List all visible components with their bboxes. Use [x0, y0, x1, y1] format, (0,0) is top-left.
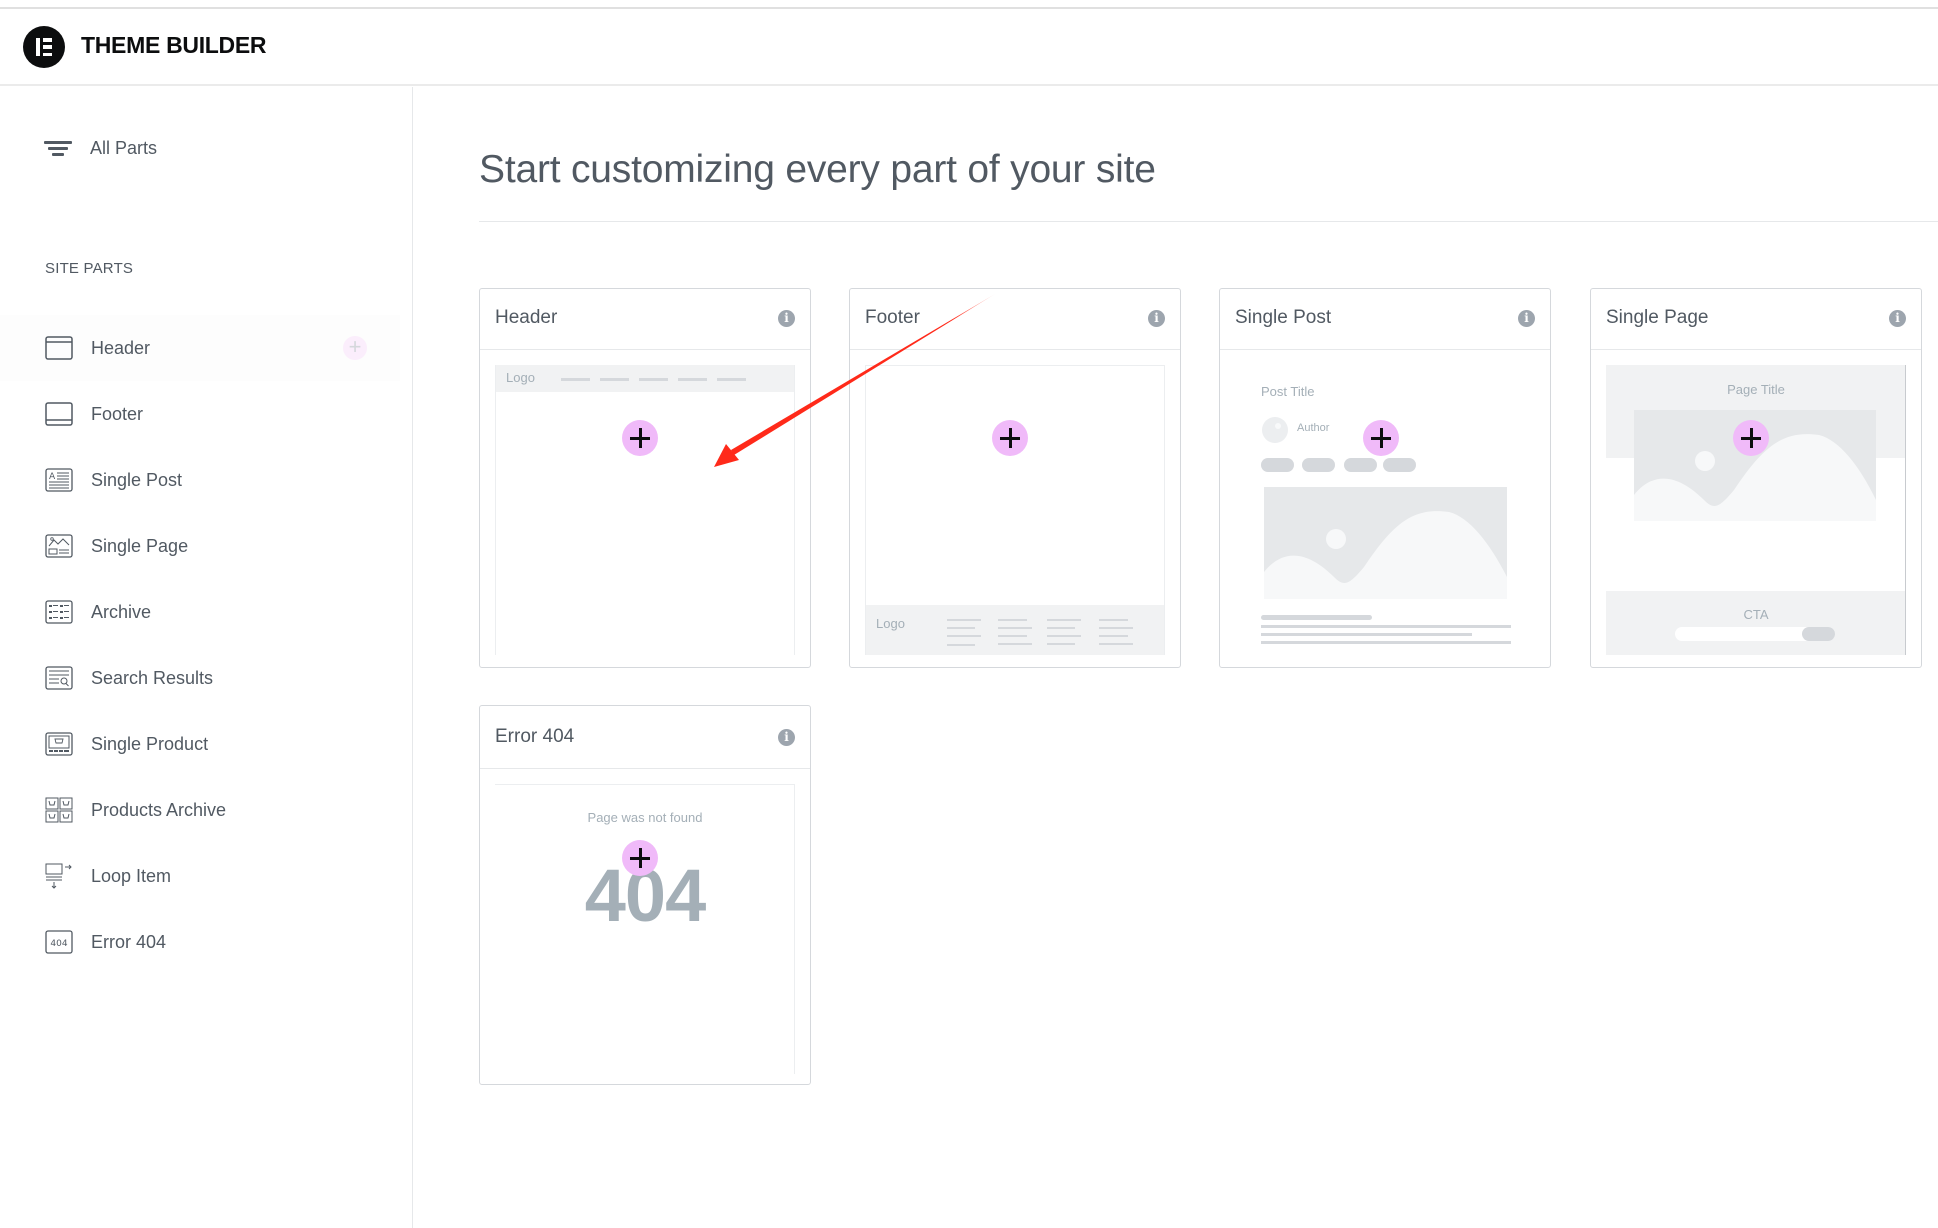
preview-page-title: Page Title: [1727, 382, 1785, 397]
preview-post-title: Post Title: [1261, 384, 1315, 399]
footer-preview: Logo: [865, 365, 1165, 655]
sidebar-item-label: Archive: [91, 601, 152, 622]
sidebar-item-label: Single Page: [91, 535, 189, 556]
add-header-template-button[interactable]: [622, 420, 658, 456]
site-parts-heading: SITE PARTS: [45, 260, 134, 277]
info-icon[interactable]: i: [778, 729, 795, 746]
sidebar-item-search-results[interactable]: Search Results: [0, 645, 400, 711]
sidebar-item-label: Header: [91, 337, 151, 358]
filter-icon: [44, 138, 72, 158]
info-icon[interactable]: i: [1148, 310, 1165, 327]
add-single-page-template-button[interactable]: [1733, 420, 1769, 456]
app-title: THEME BUILDER: [81, 32, 267, 58]
title-divider: [479, 221, 1938, 222]
card-single-page[interactable]: Single Page i Page Title CTA: [1590, 288, 1922, 668]
add-header-button[interactable]: +: [343, 336, 367, 360]
card-header[interactable]: Header i Logo: [479, 288, 811, 668]
info-icon[interactable]: i: [778, 310, 795, 327]
loop-item-icon: [45, 863, 73, 889]
add-error-404-template-button[interactable]: [622, 840, 658, 876]
add-footer-template-button[interactable]: [992, 420, 1028, 456]
products-archive-icon: [45, 797, 73, 823]
sidebar-item-single-post[interactable]: A Single Post: [0, 447, 400, 513]
single-product-icon: [45, 731, 73, 757]
single-page-icon: [45, 533, 73, 559]
sidebar-item-header[interactable]: Header +: [0, 315, 400, 381]
sidebar-item-label: Footer: [91, 403, 144, 424]
card-error-404[interactable]: Error 404 i Page was not found 404: [479, 705, 811, 1085]
single-post-preview: Post Title Author: [1235, 365, 1535, 655]
sidebar-item-archive[interactable]: Archive: [0, 579, 400, 645]
preview-image-placeholder: [1264, 487, 1507, 599]
sidebar-item-footer[interactable]: Footer: [0, 381, 400, 447]
sidebar-item-error-404[interactable]: 404 Error 404: [0, 909, 400, 975]
header-preview: Logo: [495, 365, 795, 655]
app-header: THEME BUILDER: [0, 11, 1938, 86]
sidebar-item-label: Error 404: [91, 931, 167, 952]
sidebar-all-parts[interactable]: All Parts: [44, 133, 157, 163]
card-title: Error 404: [495, 726, 575, 747]
card-footer[interactable]: Footer i Logo: [849, 288, 1181, 668]
add-single-post-template-button[interactable]: [1363, 420, 1399, 456]
footer-layout-icon: [45, 401, 73, 427]
sidebar-item-label: Single Product: [91, 733, 209, 754]
svg-text:404: 404: [50, 939, 67, 949]
card-title: Footer: [865, 307, 920, 328]
all-parts-label: All Parts: [90, 137, 158, 158]
preview-author-avatar: [1262, 417, 1288, 443]
single-page-preview: Page Title CTA: [1606, 365, 1906, 655]
card-title: Single Post: [1235, 307, 1332, 328]
sidebar: All Parts SITE PARTS Header + Footer A S…: [0, 87, 413, 1228]
search-results-icon: [45, 665, 73, 691]
archive-grid-icon: [45, 599, 73, 625]
preview-cta: CTA: [1743, 607, 1769, 622]
sidebar-item-label: Single Post: [91, 469, 183, 490]
sidebar-item-loop-item[interactable]: Loop Item: [0, 843, 400, 909]
svg-text:A: A: [49, 472, 56, 482]
card-single-post[interactable]: Single Post i Post Title Author: [1219, 288, 1551, 668]
card-title: Single Page: [1606, 307, 1709, 328]
top-border: [0, 0, 1938, 9]
preview-footer-bar: [866, 605, 1164, 655]
preview-logo-text: Logo: [876, 616, 905, 631]
sidebar-item-single-product[interactable]: Single Product: [0, 711, 400, 777]
page-title: Start customizing every part of your sit…: [479, 148, 1156, 191]
card-title: Header: [495, 307, 558, 328]
info-icon[interactable]: i: [1518, 310, 1535, 327]
elementor-logo-icon: [23, 26, 65, 68]
sidebar-item-label: Search Results: [91, 667, 214, 688]
sidebar-item-products-archive[interactable]: Products Archive: [0, 777, 400, 843]
sidebar-item-single-page[interactable]: Single Page: [0, 513, 400, 579]
sidebar-item-label: Products Archive: [91, 799, 227, 820]
error-404-icon: 404: [45, 929, 73, 955]
preview-logo-text: Logo: [506, 370, 535, 385]
preview-author: Author: [1297, 422, 1330, 434]
preview-not-found-message: Page was not found: [587, 810, 703, 825]
sidebar-item-label: Loop Item: [91, 865, 172, 886]
info-icon[interactable]: i: [1889, 310, 1906, 327]
error-404-preview: Page was not found 404: [495, 784, 795, 1074]
header-layout-icon: [45, 335, 73, 361]
single-post-icon: A: [45, 467, 73, 493]
